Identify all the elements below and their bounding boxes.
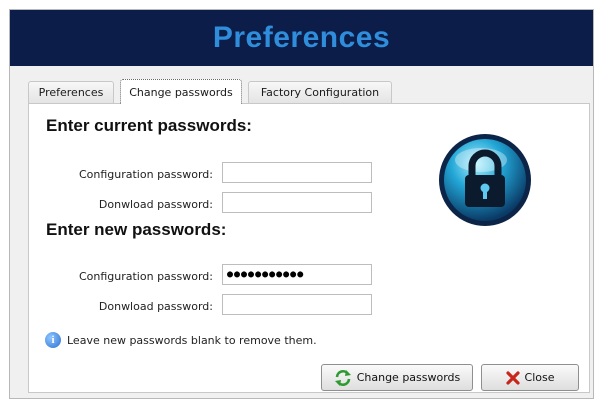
title-bar: Preferences	[10, 10, 593, 66]
refresh-icon	[334, 369, 352, 387]
info-text: Leave new passwords blank to remove them…	[67, 333, 317, 347]
new-download-password-label: Donwload password:	[98, 300, 213, 313]
change-passwords-panel: Enter current passwords: Configuration p…	[28, 103, 590, 393]
padlock-icon	[437, 132, 533, 228]
new-config-password-field[interactable]: ●●●●●●●●●●●	[222, 264, 372, 285]
new-download-password-field[interactable]	[222, 294, 372, 315]
current-download-password-label: Donwload password:	[98, 198, 213, 211]
tab-change-passwords[interactable]: Change passwords	[120, 79, 242, 104]
close-label: Close	[524, 371, 555, 384]
new-config-password-label: Configuration password:	[78, 270, 213, 283]
window-title: Preferences	[212, 21, 391, 54]
close-button[interactable]: Close	[481, 364, 579, 391]
change-passwords-button[interactable]: Change passwords	[321, 364, 473, 391]
current-download-password-field[interactable]	[222, 192, 372, 213]
info-icon: i	[45, 332, 61, 348]
current-config-password-label: Configuration password:	[78, 168, 213, 181]
tab-factory-configuration[interactable]: Factory Configuration	[248, 81, 392, 103]
current-passwords-heading: Enter current passwords:	[46, 116, 252, 135]
new-passwords-heading: Enter new passwords:	[46, 220, 227, 239]
current-config-password-field[interactable]	[222, 162, 372, 183]
x-icon	[505, 370, 520, 385]
preferences-window: Preferences Preferences Change passwords…	[9, 9, 594, 399]
info-note: i Leave new passwords blank to remove th…	[45, 332, 317, 348]
change-passwords-label: Change passwords	[356, 371, 461, 384]
tab-preferences[interactable]: Preferences	[28, 81, 114, 103]
